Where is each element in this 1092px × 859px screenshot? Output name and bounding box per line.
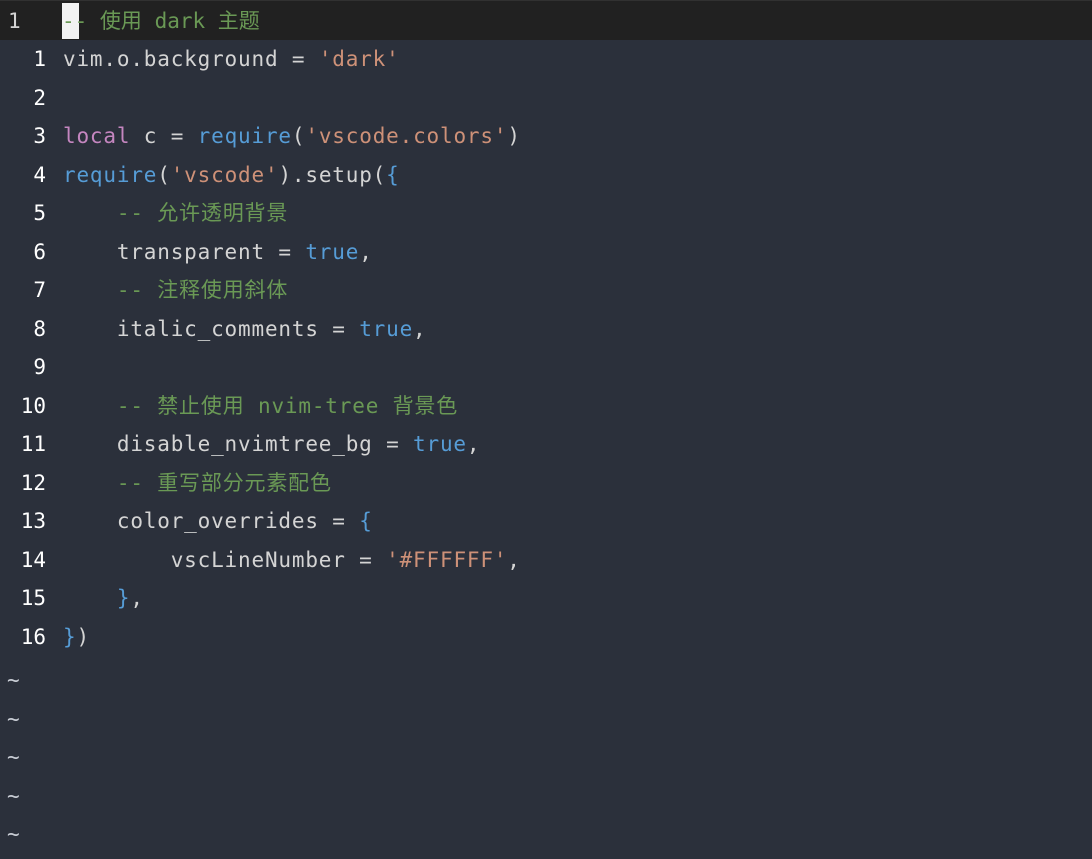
code-token: -- 重写部分元素配色: [63, 470, 332, 495]
code-token: require: [197, 124, 292, 148]
floating-overlay-line[interactable]: 1 -- 使用 dark 主题: [0, 0, 1092, 40]
overlay-line-number: 1: [8, 9, 21, 33]
code-line[interactable]: 15 },: [0, 579, 1092, 618]
line-number: 2: [33, 85, 46, 110]
code-line[interactable]: 10 -- 禁止使用 nvim-tree 背景色: [0, 387, 1092, 426]
code-line[interactable]: 7 -- 注释使用斜体: [0, 271, 1092, 310]
code-token: local: [63, 124, 131, 148]
code-token: c =: [130, 124, 198, 148]
line-number: 1: [33, 47, 46, 71]
overlay-line-text: -- 使用 dark 主题: [62, 8, 260, 34]
code-token: ,: [130, 586, 144, 610]
empty-line-marker: ~: [7, 783, 20, 808]
code-line[interactable]: 11 disable_nvimtree_bg = true,: [0, 425, 1092, 464]
code-token: (: [291, 124, 306, 148]
code-token: disable_nvimtree_bg =: [63, 432, 414, 456]
code-line[interactable]: 8 italic_comments = true,: [0, 310, 1092, 349]
line-number: 7: [33, 278, 46, 302]
code-token: true: [413, 432, 467, 456]
line-number: 5: [33, 201, 46, 225]
code-token: transparent =: [63, 239, 306, 264]
code-token: {: [359, 509, 373, 533]
line-number: 14: [20, 547, 46, 572]
line-content[interactable]: vim.o.background = 'dark': [63, 40, 400, 79]
code-token: -- 使用 dark 主题: [62, 9, 260, 33]
line-content[interactable]: vscLineNumber = '#FFFFFF',: [63, 541, 521, 580]
code-line[interactable]: 13 color_overrides = {: [0, 502, 1092, 541]
code-token: true: [305, 239, 360, 264]
line-content[interactable]: color_overrides = {: [63, 502, 373, 541]
line-number: 6: [33, 239, 46, 264]
line-number: 3: [33, 124, 46, 148]
line-number: 11: [20, 432, 46, 456]
code-token: -- 注释使用斜体: [63, 278, 289, 302]
code-token: 'vscode': [170, 162, 279, 187]
line-content[interactable]: -- 允许透明背景: [63, 194, 288, 233]
code-line[interactable]: 2: [0, 79, 1092, 118]
code-token: ): [76, 624, 90, 649]
code-token: ,: [359, 239, 373, 264]
code-token: }: [63, 624, 77, 649]
line-number: 9: [33, 355, 46, 379]
code-line[interactable]: 12 -- 重写部分元素配色: [0, 464, 1092, 503]
line-content[interactable]: italic_comments = true,: [63, 310, 427, 349]
code-token: 'dark': [318, 47, 400, 71]
empty-line-marker: ~: [7, 706, 20, 731]
line-content[interactable]: -- 禁止使用 nvim-tree 背景色: [63, 387, 458, 426]
code-token: ,: [466, 432, 481, 456]
code-token: italic_comments =: [63, 316, 360, 341]
line-content[interactable]: require('vscode').setup({: [63, 156, 400, 195]
code-line[interactable]: 3 local c = require('vscode.colors'): [0, 117, 1092, 156]
line-content[interactable]: disable_nvimtree_bg = true,: [63, 425, 480, 464]
code-token: '#FFFFFF': [386, 547, 508, 572]
line-content[interactable]: local c = require('vscode.colors'): [63, 117, 521, 156]
code-line[interactable]: 4 require('vscode').setup({: [0, 156, 1092, 195]
neovim-editor-window: 1 vim.o.background = 'dark' 2 3 local c = re…: [0, 0, 1092, 859]
code-token: color_overrides =: [63, 509, 360, 533]
code-line[interactable]: 9: [0, 348, 1092, 387]
line-number: 13: [20, 509, 46, 533]
empty-line-marker: ~: [7, 745, 20, 769]
line-number: 16: [20, 624, 46, 649]
code-line[interactable]: 1 vim.o.background = 'dark': [0, 40, 1092, 79]
code-token: ,: [507, 547, 521, 572]
line-number: 15: [20, 586, 46, 610]
code-token: 'vscode.colors': [305, 124, 508, 148]
line-content[interactable]: }): [63, 618, 90, 657]
line-number: 10: [20, 393, 46, 418]
empty-line-fillers: ~ ~ ~ ~ ~ ~: [0, 661, 1092, 859]
line-content[interactable]: transparent = true,: [63, 233, 373, 272]
code-line[interactable]: 5 -- 允许透明背景: [0, 194, 1092, 233]
empty-line-marker: ~: [7, 668, 20, 692]
code-token: {: [386, 162, 400, 187]
code-token: ,: [413, 316, 427, 341]
code-token: ): [507, 124, 521, 148]
line-number: 12: [20, 470, 46, 495]
line-content[interactable]: -- 注释使用斜体: [63, 271, 288, 310]
code-token: ).setup(: [278, 162, 387, 187]
code-token: vscLineNumber =: [63, 547, 387, 572]
code-token: require: [63, 162, 158, 187]
code-token: vim.o.background =: [63, 47, 319, 71]
code-line[interactable]: 16}): [0, 618, 1092, 657]
empty-line-marker: ~: [0, 854, 1092, 859]
line-content[interactable]: -- 重写部分元素配色: [63, 464, 332, 503]
code-line[interactable]: 6 transparent = true,: [0, 233, 1092, 272]
code-token: -- 允许透明背景: [63, 201, 289, 225]
code-line[interactable]: 14 vscLineNumber = '#FFFFFF',: [0, 541, 1092, 580]
empty-line-marker: ~: [7, 822, 20, 846]
code-token: true: [359, 316, 414, 341]
code-token: (: [157, 162, 171, 187]
line-number: 4: [33, 162, 46, 187]
code-token: -- 禁止使用 nvim-tree 背景色: [63, 393, 459, 418]
editor-buffer[interactable]: 1 vim.o.background = 'dark' 2 3 local c = re…: [0, 40, 1092, 859]
code-token: }: [116, 586, 131, 610]
line-number: 8: [33, 316, 46, 341]
line-content[interactable]: },: [63, 579, 144, 618]
code-lines[interactable]: 1 vim.o.background = 'dark' 2 3 local c = re…: [0, 40, 1092, 656]
